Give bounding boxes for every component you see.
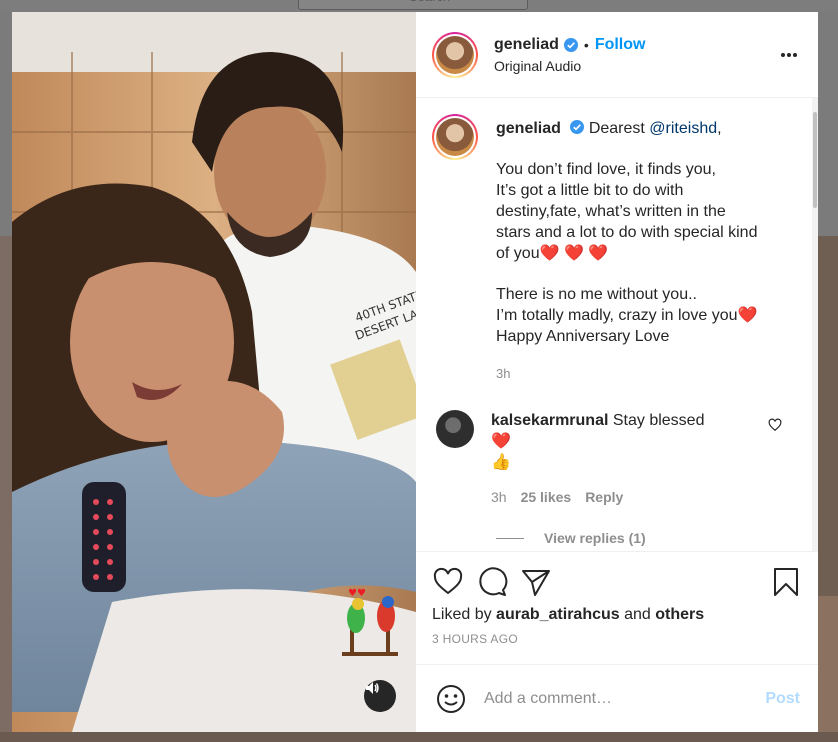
caption-line: I’m totally madly, crazy in love you [496, 307, 738, 324]
heart-emoji: ❤️ [491, 433, 511, 450]
thumbs-up-emoji: 👍 [491, 454, 511, 471]
comments-area: geneliad Dearest @riteishd, You don’t fi… [416, 98, 818, 551]
caption-line: You don’t find love, it finds you, [496, 161, 716, 178]
author-avatar[interactable] [432, 31, 478, 78]
comment-composer: Post [416, 664, 818, 732]
caption: geneliad Dearest @riteishd, You don’t fi… [432, 114, 802, 384]
verified-icon [570, 120, 585, 134]
comment-likes[interactable]: 25 likes [521, 487, 572, 508]
more-icon[interactable] [780, 52, 798, 58]
heart-emoji: ❤️ ❤️ ❤️ [539, 245, 609, 262]
comment-avatar[interactable] [436, 410, 474, 448]
caption-paragraph-2: There is no me without you.. I’m totally… [496, 284, 788, 347]
post-actions: Liked by aurab_atirahcus and others 3 HO… [416, 551, 818, 664]
comment-like-icon[interactable] [768, 418, 782, 432]
caption-comma: , [717, 120, 722, 137]
caption-line: stars and a lot to do with special kind [496, 224, 758, 241]
bookmark-icon[interactable] [770, 566, 802, 598]
share-icon[interactable] [520, 566, 552, 598]
comment-input[interactable] [484, 689, 766, 708]
emoji-icon[interactable] [436, 684, 466, 714]
background-tile [0, 236, 12, 742]
posted-time[interactable]: 3 HOURS AGO [432, 632, 802, 646]
caption-line: of you [496, 245, 540, 262]
audio-label[interactable]: Original Audio [494, 58, 645, 74]
liked-by-others[interactable]: others [655, 606, 704, 623]
comment-icon[interactable] [476, 566, 508, 598]
caption-intro: Dearest [588, 120, 645, 137]
caption-line: There is no me without you.. [496, 286, 697, 303]
caption-mention[interactable]: @riteishd [649, 120, 717, 137]
caption-username[interactable]: geneliad [496, 120, 561, 137]
comments-scrollbar[interactable] [812, 98, 818, 551]
verified-icon [563, 37, 578, 52]
view-replies-button[interactable]: View replies (1) [496, 530, 802, 546]
liked-by-and: and [624, 606, 651, 623]
heart-emoji: ❤️ [737, 307, 758, 324]
background-tile [0, 732, 838, 742]
reply-button[interactable]: Reply [585, 487, 623, 508]
comment-username[interactable]: kalsekarmrunal [491, 412, 608, 429]
separator-dot: • [583, 36, 589, 53]
avatar-image [436, 118, 474, 156]
view-replies-label: View replies (1) [544, 530, 646, 546]
video-frame: 40TH STATE DESERT LAND ♥♥ [12, 12, 416, 732]
avatar-image [436, 35, 474, 74]
comment-text: Stay blessed [612, 412, 705, 429]
caption-paragraph-1: You don’t find love, it finds you, It’s … [496, 159, 788, 264]
post-header: geneliad • Follow Original Audio [416, 12, 818, 98]
comment: kalsekarmrunal Stay blessed ❤️ 👍 3h 25 l… [432, 410, 802, 508]
background-search: Search [298, 0, 528, 10]
liked-by-prefix: Liked by [432, 606, 492, 623]
heart-icon[interactable] [432, 566, 464, 598]
background-tile [818, 596, 838, 742]
background-tile [818, 236, 838, 596]
caption-time[interactable]: 3h [496, 363, 788, 384]
caption-line: destiny,fate, what’s written in the [496, 203, 726, 220]
caption-line: It’s got a little bit to do with [496, 182, 684, 199]
follow-button[interactable]: Follow [595, 36, 646, 54]
svg-text:♥♥: ♥♥ [348, 588, 366, 599]
post-comment-button[interactable]: Post [765, 690, 800, 708]
caption-line: Happy Anniversary Love [496, 328, 670, 345]
sound-icon [366, 682, 379, 694]
liked-by-user[interactable]: aurab_atirahcus [496, 606, 620, 623]
background-tile [818, 12, 838, 236]
author-username[interactable]: geneliad [494, 36, 559, 54]
sound-button[interactable] [364, 680, 396, 712]
liked-by: Liked by aurab_atirahcus and others [432, 606, 802, 624]
post-video[interactable]: 40TH STATE DESERT LAND ♥♥ [12, 12, 416, 732]
background-tile [0, 12, 12, 236]
replies-divider [496, 537, 524, 539]
post-modal: 40TH STATE DESERT LAND ♥♥ geneliad • Fol… [12, 12, 818, 732]
post-sidebar: geneliad • Follow Original Audio genelia… [416, 12, 818, 732]
comment-time[interactable]: 3h [491, 487, 507, 508]
caption-avatar[interactable] [432, 114, 478, 160]
